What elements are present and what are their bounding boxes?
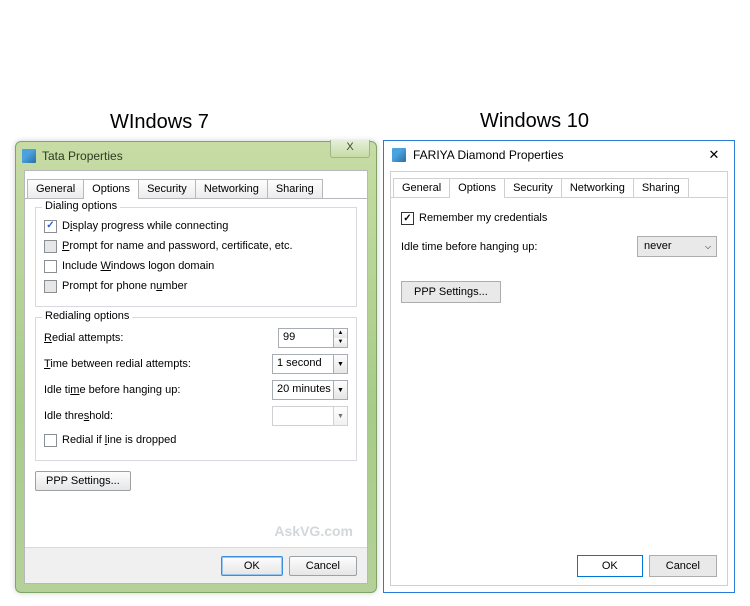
- chevron-down-icon: ⌵: [700, 237, 716, 256]
- label-idle-hangup: Idle time before hanging up:: [44, 384, 272, 396]
- ppp-settings-button[interactable]: PPP Settings...: [35, 471, 131, 491]
- win7-dialog: Tata Properties X General Options Securi…: [15, 141, 377, 593]
- tab-options[interactable]: Options: [83, 179, 139, 199]
- combo-idle-hangup[interactable]: never ⌵: [637, 236, 717, 257]
- tab-options[interactable]: Options: [449, 178, 505, 198]
- connection-icon: [392, 148, 406, 162]
- label-idle-threshold: Idle threshold:: [44, 410, 272, 422]
- redialing-legend: Redialing options: [42, 310, 132, 322]
- label-redial-dropped: Redial if line is dropped: [62, 434, 176, 446]
- combo-value: 1 second: [273, 355, 333, 373]
- tab-content: Remember my credentials Idle time before…: [391, 198, 727, 315]
- dialog-footer: OK Cancel: [391, 547, 727, 585]
- tab-security[interactable]: Security: [504, 178, 562, 197]
- label-idle-hangup: Idle time before hanging up:: [401, 241, 637, 253]
- dialing-options-group: Dialing options Display progress while c…: [35, 207, 357, 307]
- chevron-down-icon: ▼: [333, 407, 347, 425]
- tab-sharing[interactable]: Sharing: [633, 178, 689, 197]
- spinner-up-icon[interactable]: ▲: [334, 329, 347, 338]
- spinner-redial-attempts[interactable]: 99 ▲ ▼: [278, 328, 348, 348]
- tab-general[interactable]: General: [27, 179, 84, 198]
- combo-value: 20 minutes: [273, 381, 333, 399]
- win7-titlebar: Tata Properties X: [16, 142, 376, 168]
- connection-icon: [22, 149, 36, 163]
- win10-dialog: FARIYA Diamond Properties ✕ General Opti…: [383, 140, 735, 593]
- checkbox-redial-dropped[interactable]: [44, 434, 57, 447]
- cancel-button[interactable]: Cancel: [649, 555, 717, 577]
- win7-title: Tata Properties: [42, 149, 123, 163]
- dialing-legend: Dialing options: [42, 200, 120, 212]
- win7-body: General Options Security Networking Shar…: [24, 170, 368, 584]
- tab-strip: General Options Security Networking Shar…: [25, 175, 367, 199]
- spinner-value[interactable]: 99: [279, 329, 333, 347]
- tab-networking[interactable]: Networking: [195, 179, 268, 198]
- ppp-settings-button[interactable]: PPP Settings...: [401, 281, 501, 303]
- tab-strip: General Options Security Networking Shar…: [391, 176, 727, 198]
- label-prompt-phone: Prompt for phone number: [62, 280, 187, 292]
- checkbox-prompt-name[interactable]: [44, 240, 57, 253]
- ok-button[interactable]: OK: [221, 556, 283, 576]
- combo-value: never: [638, 237, 700, 256]
- close-button[interactable]: X: [330, 140, 370, 158]
- cancel-button[interactable]: Cancel: [289, 556, 357, 576]
- redialing-options-group: Redialing options Redial attempts: 99 ▲ …: [35, 317, 357, 461]
- chevron-down-icon: ▼: [333, 381, 347, 399]
- heading-win7: WIndows 7: [110, 111, 209, 134]
- spinner-down-icon[interactable]: ▼: [334, 338, 347, 347]
- combo-idle-hangup[interactable]: 20 minutes ▼: [272, 380, 348, 400]
- combo-time-between[interactable]: 1 second ▼: [272, 354, 348, 374]
- label-remember-credentials: Remember my credentials: [419, 212, 547, 224]
- win10-body: General Options Security Networking Shar…: [390, 171, 728, 586]
- label-display-progress: Display progress while connecting: [62, 220, 228, 232]
- ok-button[interactable]: OK: [577, 555, 643, 577]
- label-redial-attempts: Redial attempts:: [44, 332, 278, 344]
- combo-value: [273, 407, 333, 425]
- label-include-domain: Include Windows logon domain: [62, 260, 214, 272]
- tab-general[interactable]: General: [393, 178, 450, 197]
- combo-idle-threshold: ▼: [272, 406, 348, 426]
- checkbox-prompt-phone[interactable]: [44, 280, 57, 293]
- label-prompt-name: Prompt for name and password, certificat…: [62, 240, 293, 252]
- tab-security[interactable]: Security: [138, 179, 196, 198]
- checkbox-remember-credentials[interactable]: [401, 212, 414, 225]
- chevron-down-icon: ▼: [333, 355, 347, 373]
- checkbox-display-progress[interactable]: [44, 220, 57, 233]
- label-time-between: Time between redial attempts:: [44, 358, 272, 370]
- win10-titlebar: FARIYA Diamond Properties ✕: [384, 141, 734, 169]
- tab-sharing[interactable]: Sharing: [267, 179, 323, 198]
- tab-networking[interactable]: Networking: [561, 178, 634, 197]
- checkbox-include-domain[interactable]: [44, 260, 57, 273]
- dialog-footer: OK Cancel: [25, 547, 367, 583]
- close-button[interactable]: ✕: [694, 141, 734, 169]
- tab-content: Dialing options Display progress while c…: [25, 199, 367, 545]
- win10-title: FARIYA Diamond Properties: [413, 148, 564, 162]
- heading-win10: Windows 10: [480, 110, 589, 133]
